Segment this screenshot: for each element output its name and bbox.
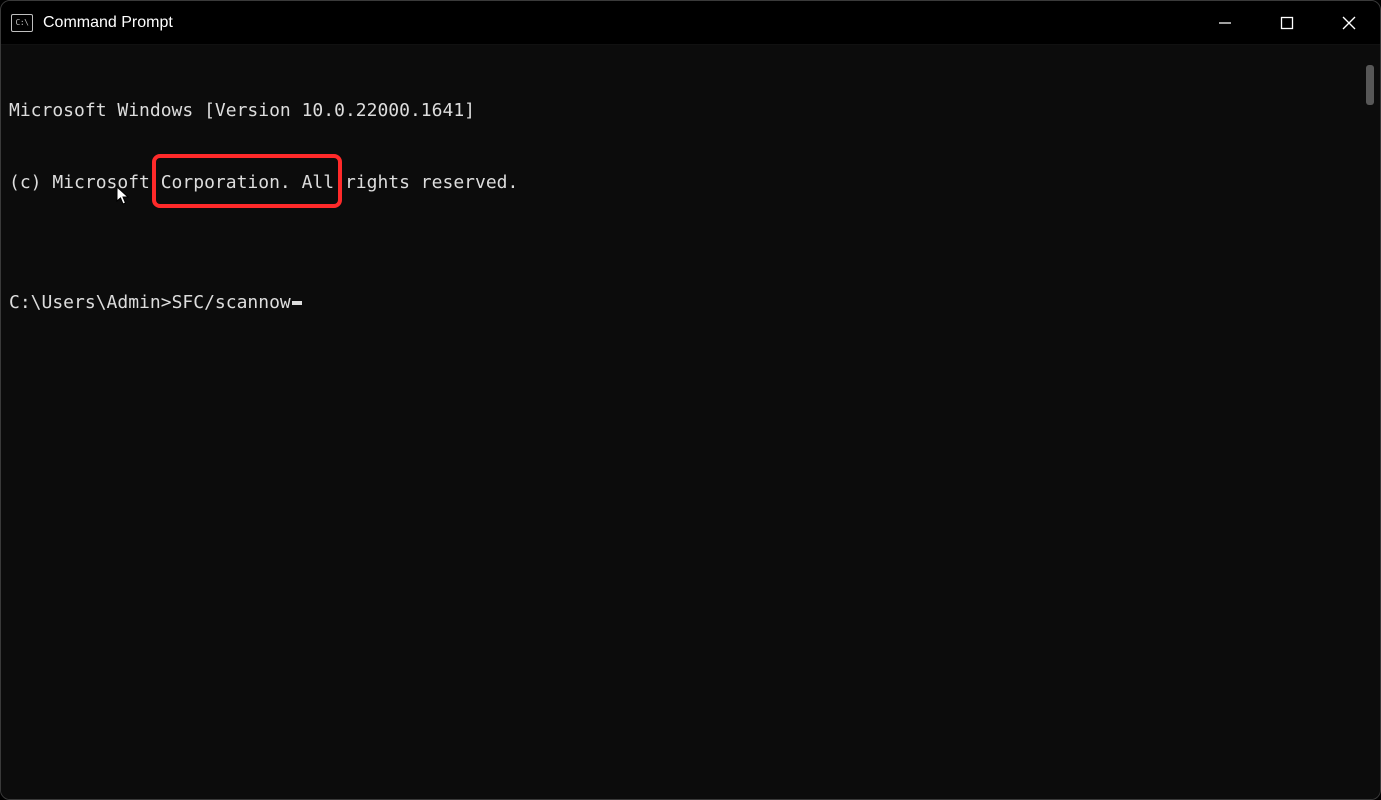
terminal-content[interactable]: Microsoft Windows [Version 10.0.22000.16…: [1, 45, 1380, 799]
titlebar[interactable]: C:\ Command Prompt: [1, 1, 1380, 45]
terminal-line-version: Microsoft Windows [Version 10.0.22000.16…: [9, 99, 1372, 123]
terminal-line-copyright: (c) Microsoft Corporation. All rights re…: [9, 171, 1372, 195]
terminal-prompt: C:\Users\Admin>: [9, 291, 172, 315]
text-cursor: [292, 301, 302, 305]
command-prompt-icon: C:\: [11, 14, 33, 32]
close-icon: [1342, 16, 1356, 30]
window-controls: [1194, 1, 1380, 44]
window-title: Command Prompt: [43, 14, 173, 32]
maximize-button[interactable]: [1256, 1, 1318, 44]
minimize-button[interactable]: [1194, 1, 1256, 44]
maximize-icon: [1280, 16, 1294, 30]
scrollbar-thumb[interactable]: [1366, 65, 1374, 105]
terminal-prompt-line: C:\Users\Admin>SFC/scannow: [9, 291, 1372, 315]
command-prompt-window: C:\ Command Prompt: [0, 0, 1381, 800]
terminal-command[interactable]: SFC/scannow: [172, 291, 291, 315]
scrollbar-track[interactable]: [1364, 3, 1378, 797]
minimize-icon: [1218, 16, 1232, 30]
titlebar-left: C:\ Command Prompt: [11, 14, 173, 32]
app-icon-label: C:\: [16, 19, 29, 27]
